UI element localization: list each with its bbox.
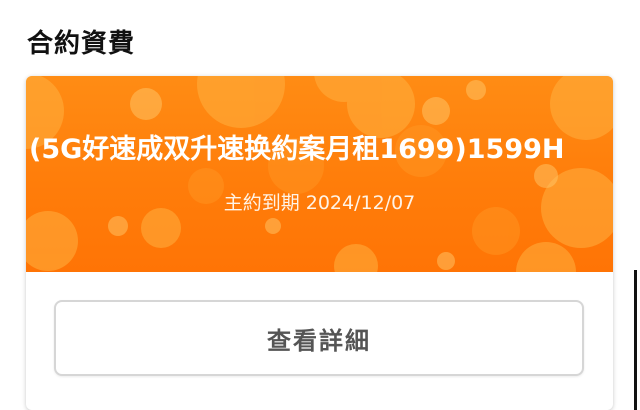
plan-card: (5G好速成双升速换約案月租1699)1599H 主約到期 2024/12/07… <box>26 76 613 410</box>
scrollbar-edge <box>634 270 637 410</box>
contract-expiry-text: 主約到期 2024/12/07 <box>223 192 416 214</box>
plan-banner: (5G好速成双升速换約案月租1699)1599H 主約到期 2024/12/07 <box>26 76 613 272</box>
view-details-button[interactable]: 查看詳細 <box>54 300 584 376</box>
section-title: 合約資費 <box>27 29 136 59</box>
contract-plan-page: 合約資費 (5G好速成双升速换約案月租1699)1599H 主約到期 2024/… <box>0 0 640 410</box>
plan-name: (5G好速成双升速换約案月租1699)1599H <box>29 134 565 165</box>
bokeh-background <box>26 76 613 272</box>
